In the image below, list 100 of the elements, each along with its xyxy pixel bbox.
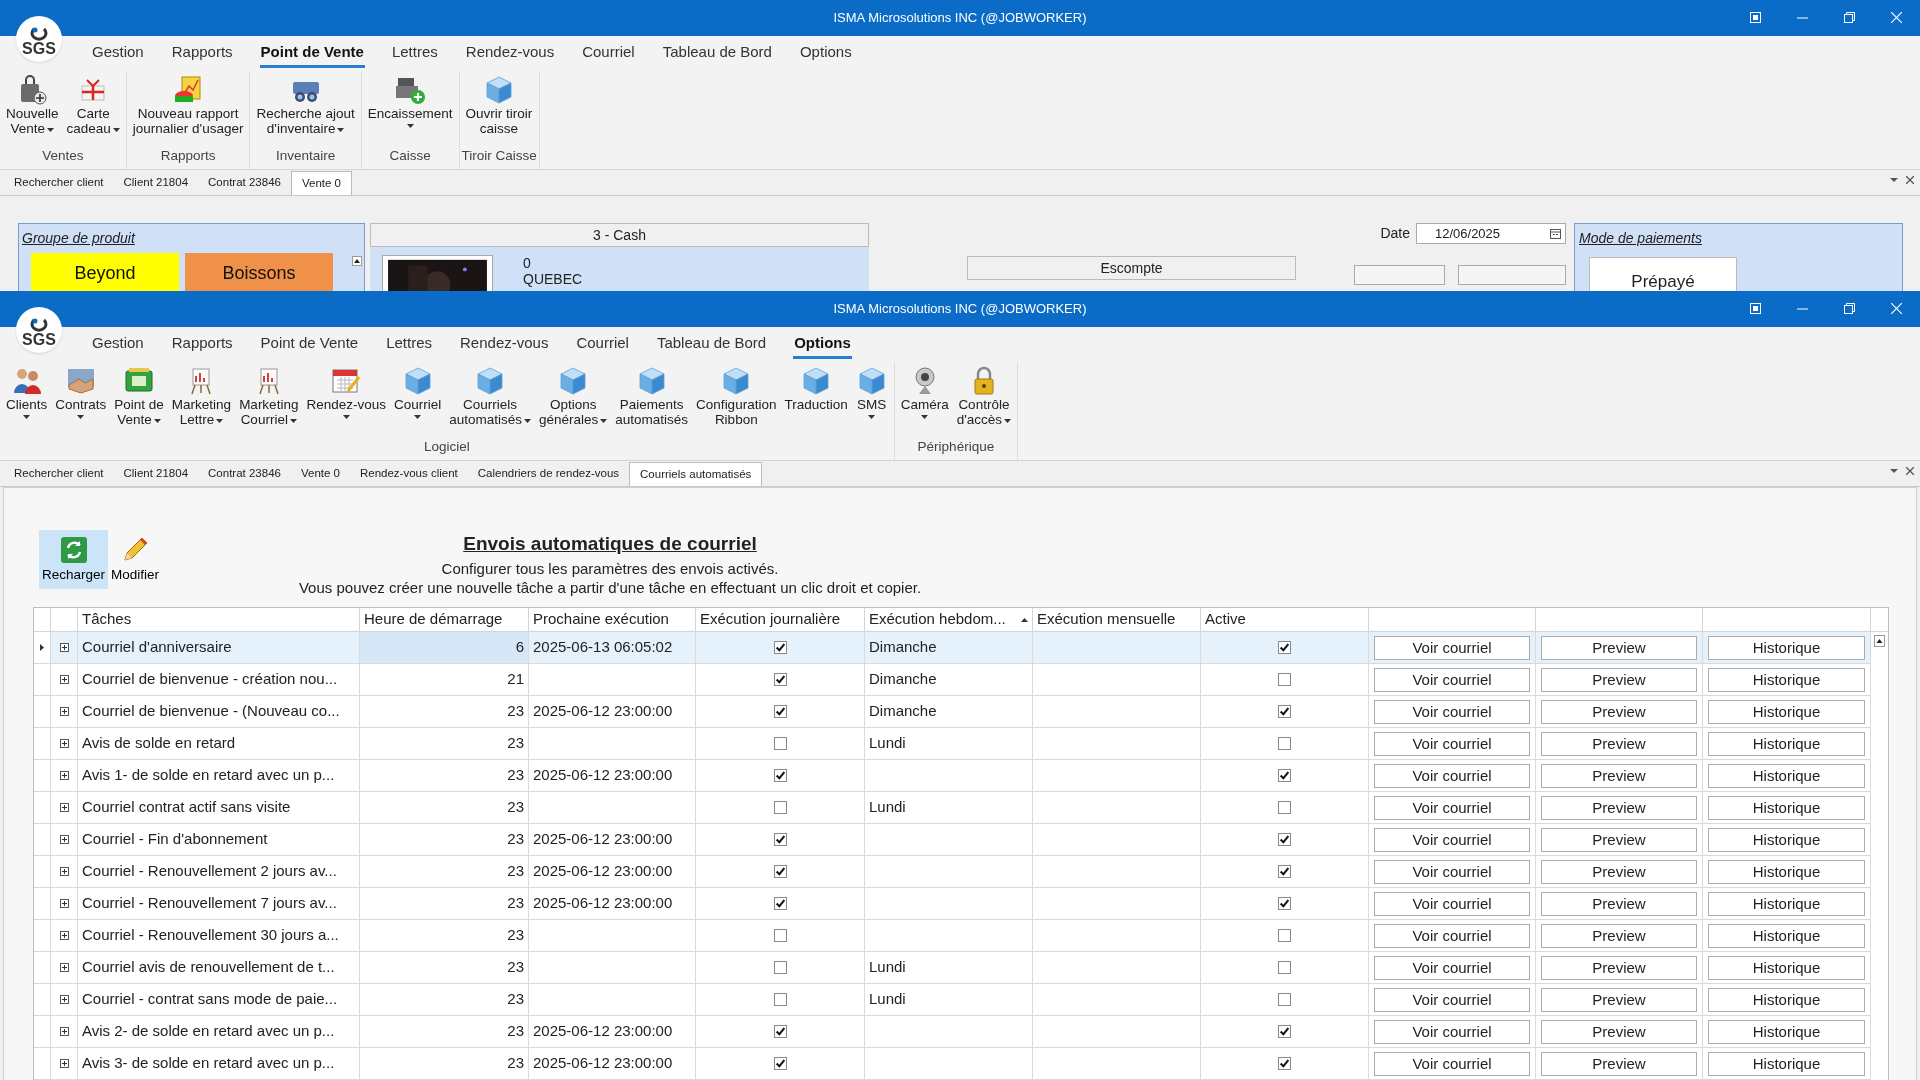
- cell-button[interactable]: Voir courriel: [1374, 827, 1530, 852]
- menu-tab[interactable]: Tableau de Bord: [655, 331, 768, 359]
- product-button[interactable]: Boissons: [185, 253, 333, 291]
- cell-button[interactable]: Preview: [1541, 1019, 1697, 1044]
- checkbox[interactable]: [1278, 673, 1291, 686]
- checkbox[interactable]: [773, 833, 787, 846]
- table-row[interactable]: Courriel - Renouvellement 7 jours av... 23 2025-06-12 23:00:00 Voir courriel Preview Historique: [34, 888, 1871, 920]
- checkbox[interactable]: [773, 1025, 787, 1038]
- dropdown-icon[interactable]: [1890, 467, 1898, 475]
- checkbox[interactable]: [773, 641, 787, 654]
- cell-button[interactable]: Voir courriel: [1374, 859, 1530, 884]
- checkbox[interactable]: [1278, 769, 1291, 782]
- cell-button[interactable]: Voir courriel: [1374, 891, 1530, 916]
- menu-tab[interactable]: Gestion: [91, 331, 145, 359]
- menu-tab[interactable]: Courriel: [575, 331, 630, 359]
- scroll-up-icon[interactable]: [1874, 635, 1885, 647]
- cell-button[interactable]: Historique: [1708, 923, 1865, 948]
- document-tab[interactable]: Calendriers de rendez-vous: [467, 462, 630, 486]
- checkbox[interactable]: [773, 1057, 787, 1070]
- menu-tab[interactable]: Point de Vente: [259, 331, 360, 359]
- expand-icon[interactable]: [59, 739, 69, 748]
- dropdown-icon[interactable]: [1890, 176, 1898, 184]
- menu-tab[interactable]: Rapports: [170, 40, 234, 68]
- ribbon-button[interactable]: Carte cadeau: [62, 72, 124, 146]
- cell-button[interactable]: Historique: [1708, 1051, 1865, 1076]
- ribbon-button[interactable]: Clients: [2, 363, 52, 437]
- menu-tab[interactable]: Point de Vente: [259, 40, 365, 68]
- cell-button[interactable]: Preview: [1541, 731, 1697, 756]
- menu-tab[interactable]: Options: [793, 331, 852, 359]
- document-tab[interactable]: Client 21804: [113, 171, 199, 195]
- pin-window-icon[interactable]: [1750, 303, 1761, 314]
- document-tab[interactable]: Rendez-vous client: [349, 462, 468, 486]
- cell-button[interactable]: Voir courriel: [1374, 987, 1530, 1012]
- document-tab[interactable]: Client 21804: [113, 462, 199, 486]
- cell-button[interactable]: Preview: [1541, 699, 1697, 724]
- expand-icon[interactable]: [59, 835, 69, 844]
- expand-icon[interactable]: [59, 1059, 69, 1068]
- cell-button[interactable]: Preview: [1541, 827, 1697, 852]
- table-row[interactable]: Courriel - Renouvellement 2 jours av... 23 2025-06-12 23:00:00 Voir courriel Preview Historique: [34, 856, 1871, 888]
- cell-button[interactable]: Voir courriel: [1374, 731, 1530, 756]
- ribbon-button[interactable]: Options générales: [535, 363, 612, 437]
- checkbox[interactable]: [773, 769, 787, 782]
- menu-tab[interactable]: Courriel: [581, 40, 636, 68]
- checkbox[interactable]: [1278, 705, 1291, 718]
- checkbox[interactable]: [773, 705, 787, 718]
- ribbon-button[interactable]: Encaissement: [363, 72, 457, 146]
- cell-button[interactable]: Preview: [1541, 923, 1697, 948]
- cell-button[interactable]: Preview: [1541, 859, 1697, 884]
- menu-tab[interactable]: Rendez-vous: [459, 331, 550, 359]
- checkbox[interactable]: [1278, 961, 1291, 974]
- cell-button[interactable]: Preview: [1541, 795, 1697, 820]
- expand-icon[interactable]: [59, 771, 69, 780]
- checkbox[interactable]: [773, 737, 787, 750]
- ribbon-button[interactable]: Ouvrir tiroir caisse: [461, 72, 537, 146]
- table-row[interactable]: Courriel d'anniversaire 6 2025-06-13 06:05:02 Dimanche Voir courriel Preview Historique: [34, 632, 1871, 664]
- menu-tab[interactable]: Gestion: [91, 40, 145, 68]
- document-tab[interactable]: Contrat 23846: [198, 171, 291, 195]
- table-row[interactable]: Avis de solde en retard 23 Lundi Voir courriel Preview Historique: [34, 728, 1871, 760]
- ribbon-button[interactable]: Marketing Courriel: [235, 363, 303, 437]
- expand-icon[interactable]: [59, 867, 69, 876]
- checkbox[interactable]: [1278, 737, 1291, 750]
- checkbox[interactable]: [1278, 1057, 1291, 1070]
- checkbox[interactable]: [1278, 929, 1291, 942]
- cell-button[interactable]: Preview: [1541, 635, 1697, 660]
- checkbox[interactable]: [1278, 801, 1291, 814]
- pin-window-icon[interactable]: [1750, 12, 1761, 23]
- document-tab[interactable]: Courriels automatisés: [629, 462, 763, 486]
- ribbon-button[interactable]: SMS: [851, 363, 892, 437]
- document-tab[interactable]: Contrat 23846: [198, 462, 291, 486]
- ribbon-button[interactable]: Nouvelle Vente: [2, 72, 63, 146]
- ribbon-button[interactable]: Point de Vente: [110, 363, 168, 437]
- document-tab[interactable]: Vente 0: [290, 171, 352, 195]
- restore-icon[interactable]: [1844, 12, 1855, 23]
- table-row[interactable]: Avis 2- de solde en retard avec un p... 23 2025-06-12 23:00:00 Voir courriel Preview Historique: [34, 1016, 1871, 1048]
- checkbox[interactable]: [773, 993, 787, 1006]
- ribbon-button[interactable]: Caméra: [896, 363, 953, 437]
- table-row[interactable]: Courriel avis de renouvellement de t... 23 Lundi Voir courriel Preview Historique: [34, 952, 1871, 984]
- expand-icon[interactable]: [59, 643, 69, 652]
- cell-button[interactable]: Preview: [1541, 955, 1697, 980]
- cell-button[interactable]: Preview: [1541, 891, 1697, 916]
- scrollbar[interactable]: [1871, 632, 1888, 1080]
- menu-tab[interactable]: Lettres: [385, 331, 434, 359]
- checkbox[interactable]: [773, 673, 787, 686]
- table-row[interactable]: Courriel contrat actif sans visite 23 Lundi Voir courriel Preview Historique: [34, 792, 1871, 824]
- scroll-up-icon[interactable]: [352, 256, 362, 266]
- document-tab[interactable]: Rechercher client: [4, 462, 114, 486]
- table-row[interactable]: Courriel de bienvenue - (Nouveau co... 23 2025-06-12 23:00:00 Dimanche Voir courriel Preview Historique: [34, 696, 1871, 728]
- cell-button[interactable]: Voir courriel: [1374, 763, 1530, 788]
- checkbox[interactable]: [1278, 897, 1291, 910]
- expand-icon[interactable]: [59, 995, 69, 1004]
- ribbon-button[interactable]: Courriels automatisés: [445, 363, 535, 437]
- ribbon-button[interactable]: Marketing Lettre: [167, 363, 236, 437]
- close-icon[interactable]: [1906, 467, 1914, 475]
- expand-icon[interactable]: [59, 931, 69, 940]
- toolbar-button[interactable]: Modifier: [108, 530, 163, 590]
- restore-icon[interactable]: [1844, 303, 1855, 314]
- checkbox[interactable]: [1278, 833, 1291, 846]
- cell-button[interactable]: Historique: [1708, 731, 1865, 756]
- cell-button[interactable]: Voir courriel: [1374, 955, 1530, 980]
- cell-button[interactable]: Voir courriel: [1374, 667, 1530, 692]
